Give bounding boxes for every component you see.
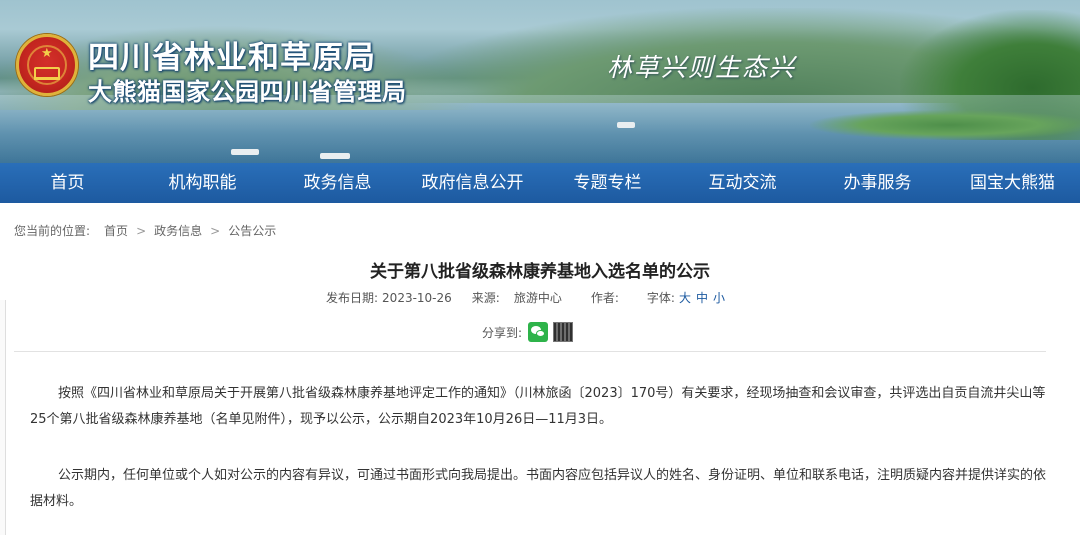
article-paragraph: 公示期内，任何单位或个人如对公示的内容有异议，可通过书面形式向我局提出。书面内容… (30, 468, 1047, 509)
font-size-label: 字体: (646, 291, 675, 305)
header-banner: ★ 四川省林业和草原局 大熊猫国家公园四川省管理局 林草兴则生态兴 (0, 0, 1080, 163)
banner-boat (320, 153, 350, 159)
source-value: 旅游中心 (513, 291, 562, 305)
article-divider (14, 351, 1046, 352)
nav-item-giant-panda[interactable]: 国宝大熊猫 (945, 163, 1080, 203)
nav-item-home[interactable]: 首页 (0, 163, 135, 203)
font-size-large-button[interactable]: 大 (679, 289, 691, 306)
breadcrumb-separator: > (210, 223, 221, 238)
article-meta: 发布日期: 2023-10-26 来源: 旅游中心 作者: 字体: 大 中 小 (326, 289, 730, 306)
qr-code-icon[interactable] (553, 322, 574, 342)
breadcrumb-announcements[interactable]: 公告公示 (228, 222, 276, 239)
emblem-star: ★ (41, 46, 53, 61)
site-title[interactable]: 四川省林业和草原局 (88, 32, 376, 77)
article-title: 关于第八批省级森林康养基地入选名单的公示 (370, 262, 710, 282)
banner-lotus-field (810, 110, 1080, 140)
emblem-gate (34, 67, 60, 80)
breadcrumb-home[interactable]: 首页 (104, 222, 128, 239)
share-label: 分享到: (482, 325, 523, 340)
site-subtitle: 大熊猫国家公园四川省管理局 (88, 78, 407, 106)
publish-date-label: 发布日期: (326, 291, 379, 305)
nav-item-information-disclosure[interactable]: 政府信息公开 (405, 163, 540, 203)
share-bar: 分享到: (482, 321, 574, 343)
nav-item-services[interactable]: 办事服务 (810, 163, 945, 203)
breadcrumb: 您当前的位置: 首页 > 政务信息 > 公告公示 (14, 222, 276, 239)
font-size-small-button[interactable]: 小 (713, 289, 725, 306)
breadcrumb-government-affairs[interactable]: 政务信息 (154, 222, 202, 239)
page-side-edge (0, 300, 6, 535)
banner-boat (231, 149, 259, 155)
banner-boat (617, 122, 635, 128)
nav-item-organization[interactable]: 机构职能 (135, 163, 270, 203)
breadcrumb-separator: > (136, 223, 147, 238)
font-size-medium-button[interactable]: 中 (696, 289, 708, 306)
nav-item-special-topics[interactable]: 专题专栏 (540, 163, 675, 203)
breadcrumb-lead: 您当前的位置: (14, 224, 91, 238)
banner-slogan: 林草兴则生态兴 (607, 53, 797, 82)
national-emblem-icon: ★ (16, 34, 78, 96)
wechat-share-icon[interactable] (528, 322, 549, 342)
source-label: 来源: (471, 291, 500, 305)
nav-item-interaction[interactable]: 互动交流 (675, 163, 810, 203)
nav-item-government-affairs[interactable]: 政务信息 (270, 163, 405, 203)
author-label: 作者: (590, 291, 619, 305)
article-paragraph: 按照《四川省林业和草原局关于开展第八批省级森林康养基地评定工作的通知》（川林旅函… (30, 386, 1046, 427)
publish-date-value: 2023-10-26 (382, 290, 452, 305)
main-nav: 首页 机构职能 政务信息 政府信息公开 专题专栏 互动交流 办事服务 国宝大熊猫 (0, 163, 1080, 203)
